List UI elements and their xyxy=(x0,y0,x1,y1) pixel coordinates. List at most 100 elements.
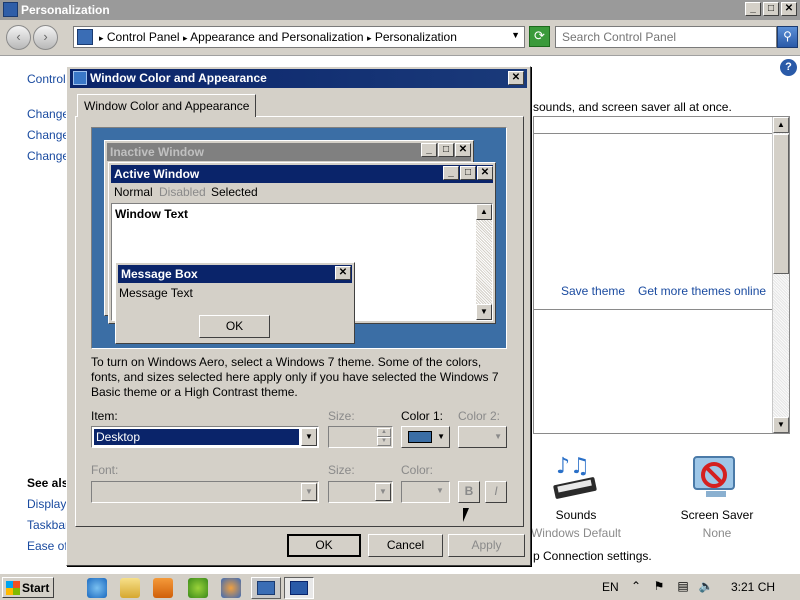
network-icon[interactable]: ▤ xyxy=(675,579,691,595)
taskbar-display-settings[interactable] xyxy=(284,577,314,599)
sidebar-link-1[interactable]: Change xyxy=(27,107,69,121)
remote-desktop-text: p Connection settings. xyxy=(533,549,652,563)
start-label: Start xyxy=(22,581,50,595)
scroll-up-icon[interactable]: ▲ xyxy=(773,117,789,133)
back-button[interactable]: ‹ xyxy=(6,25,31,50)
item-selected-value: Desktop xyxy=(94,429,299,445)
chevron-down-icon[interactable]: ▼ xyxy=(301,483,317,501)
taskbar-control-panel[interactable] xyxy=(251,577,281,599)
scroll-down-icon[interactable]: ▼ xyxy=(773,417,789,433)
search-icon[interactable]: ⚲ xyxy=(777,26,798,48)
media-player-icon[interactable] xyxy=(153,578,173,598)
preview-scrollbar[interactable]: ▲ ▼ xyxy=(476,204,492,320)
sidebar-link-2[interactable]: Change xyxy=(27,128,69,142)
spin-down-icon[interactable]: ▼ xyxy=(377,437,391,446)
language-indicator[interactable]: EN xyxy=(602,580,619,600)
message-text[interactable]: Message Text xyxy=(119,286,193,300)
close-icon: ✕ xyxy=(335,266,351,280)
item-size-label: Size: xyxy=(328,409,355,423)
dialog-close-button[interactable]: ✕ xyxy=(508,71,524,85)
theme-scrollbar[interactable]: ▲ ▼ xyxy=(772,117,789,433)
address-bar[interactable]: ▸ Control Panel ▸ Appearance and Persona… xyxy=(73,26,525,48)
windows-logo-icon xyxy=(6,581,20,595)
inactive-window-title[interactable]: Inactive Window xyxy=(107,143,471,161)
see-also-heading: See als xyxy=(27,476,69,490)
window-title: Personalization xyxy=(21,3,110,17)
font-color-button[interactable]: ▼ xyxy=(401,481,450,503)
save-theme-link[interactable]: Save theme xyxy=(561,284,625,298)
close-button[interactable]: ✕ xyxy=(781,2,797,16)
ok-button[interactable]: OK xyxy=(287,534,361,557)
get-more-themes-link[interactable]: Get more themes online xyxy=(638,284,766,298)
chevron-down-icon[interactable]: ▼ xyxy=(511,30,520,40)
maximize-icon: □ xyxy=(460,166,476,180)
help-icon[interactable]: ? xyxy=(780,59,797,76)
message-box-title[interactable]: Message Box xyxy=(118,265,352,283)
font-size-label: Size: xyxy=(328,463,355,477)
divider xyxy=(534,133,774,134)
see-also-ease-of-access[interactable]: Ease of xyxy=(27,539,68,553)
navigation-bar: ‹ › ▸ Control Panel ▸ Appearance and Per… xyxy=(0,20,800,56)
refresh-icon[interactable]: ⟳ xyxy=(529,26,550,47)
see-also-display[interactable]: Display xyxy=(27,497,66,511)
chevron-down-icon[interactable]: ▼ xyxy=(301,428,317,446)
appearance-preview[interactable]: Inactive Window _ □ ✕ Active Window _ □ … xyxy=(91,127,507,349)
window-titlebar: Personalization _ □ ✕ xyxy=(0,0,800,20)
minimize-button[interactable]: _ xyxy=(745,2,761,16)
control-panel-icon xyxy=(3,2,18,17)
item-select[interactable]: Desktop ▼ xyxy=(91,426,319,448)
chevron-down-icon: ▼ xyxy=(436,486,444,495)
menu-normal[interactable]: Normal xyxy=(114,185,153,199)
firefox-icon[interactable] xyxy=(221,578,241,598)
action-center-icon[interactable]: ⚑ xyxy=(651,579,667,595)
scroll-down-icon[interactable]: ▼ xyxy=(476,304,492,320)
active-window-title[interactable]: Active Window xyxy=(111,165,493,183)
italic-button[interactable]: I xyxy=(485,481,507,503)
sounds-label[interactable]: Sounds xyxy=(526,508,626,522)
spin-up-icon[interactable]: ▲ xyxy=(377,428,391,437)
clock[interactable]: 3:21 CH xyxy=(731,580,775,600)
scroll-up-icon[interactable]: ▲ xyxy=(476,204,492,220)
sounds-icon[interactable]: ♪♫ xyxy=(550,453,602,506)
menu-disabled[interactable]: Disabled xyxy=(159,185,206,199)
display-icon xyxy=(290,581,308,595)
show-hidden-icons-icon[interactable]: ⌃ xyxy=(628,579,644,595)
message-ok-button[interactable]: OK xyxy=(199,315,270,338)
menu-selected[interactable]: Selected xyxy=(211,185,258,199)
breadcrumb-control-panel[interactable]: Control Panel xyxy=(107,30,180,44)
search-input[interactable] xyxy=(555,26,777,48)
color2-button[interactable]: ▼ xyxy=(458,426,507,448)
cancel-button[interactable]: Cancel xyxy=(368,534,443,557)
forward-button[interactable]: › xyxy=(33,25,58,50)
control-panel-home-link[interactable]: Control xyxy=(27,72,66,86)
app-icon[interactable] xyxy=(188,578,208,598)
apply-button[interactable]: Apply xyxy=(448,534,525,557)
font-size-select[interactable]: ▼ xyxy=(328,481,393,503)
theme-list[interactable]: Save theme Get more themes online ▲ ▼ xyxy=(533,116,790,434)
scroll-thumb[interactable] xyxy=(773,134,789,274)
breadcrumb-personalization[interactable]: Personalization xyxy=(375,30,457,44)
breadcrumb-appearance[interactable]: Appearance and Personalization xyxy=(190,30,363,44)
divider xyxy=(534,309,774,310)
volume-icon[interactable]: 🔈 xyxy=(698,579,714,595)
bold-button[interactable]: B xyxy=(458,481,480,503)
screen-saver-label[interactable]: Screen Saver xyxy=(667,508,767,522)
taskbar: Start EN ⌃ ⚑ ▤ 🔈 3:21 CH xyxy=(0,573,800,600)
chevron-down-icon[interactable]: ▼ xyxy=(375,483,391,501)
message-box-preview[interactable]: Message Box ✕ Message Text OK xyxy=(115,262,355,344)
folder-icon[interactable] xyxy=(120,578,140,598)
color1-button[interactable]: ▼ xyxy=(401,426,450,448)
window-text[interactable]: Window Text xyxy=(115,207,188,221)
item-size-spinner[interactable]: ▲ ▼ xyxy=(328,426,393,448)
see-also-taskbar[interactable]: Taskbar xyxy=(27,518,69,532)
internet-explorer-icon[interactable] xyxy=(87,578,107,598)
sidebar-link-3[interactable]: Change xyxy=(27,149,69,163)
start-button[interactable]: Start xyxy=(2,577,54,598)
font-color-label: Color: xyxy=(401,463,434,477)
screen-saver-icon[interactable] xyxy=(692,455,742,506)
maximize-button[interactable]: □ xyxy=(763,2,779,16)
display-icon xyxy=(73,71,87,85)
item-label: Item: xyxy=(91,409,118,423)
font-select[interactable]: ▼ xyxy=(91,481,319,503)
tab-window-color[interactable]: Window Color and Appearance xyxy=(77,94,257,117)
